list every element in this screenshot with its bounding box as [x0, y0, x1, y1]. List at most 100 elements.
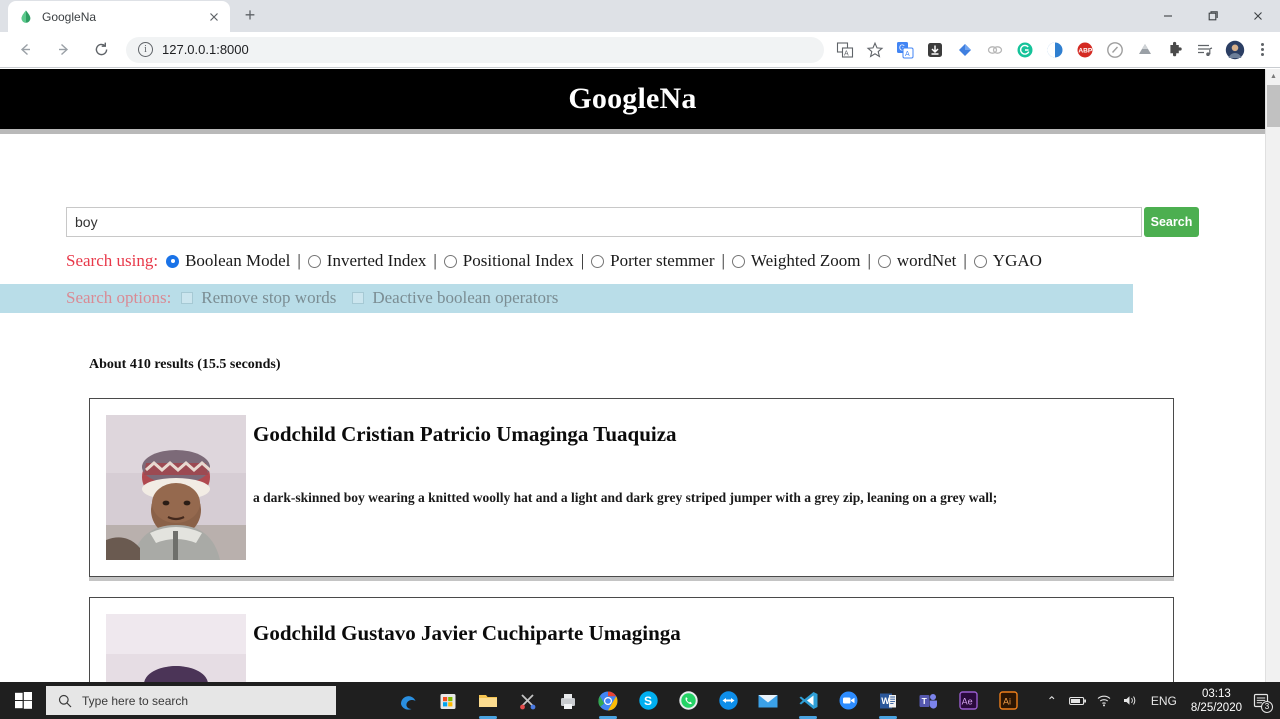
svg-text:ABP: ABP — [1078, 47, 1093, 54]
page-viewport: GoogleNa Search Search using: Boolean Mo… — [0, 69, 1280, 682]
radio-porter-stemmer[interactable]: Porter stemmer — [591, 251, 715, 271]
clock[interactable]: 03:13 8/25/2020 — [1191, 687, 1242, 715]
result-card[interactable]: Godchild Cristian Patricio Umaginga Tuaq… — [89, 398, 1174, 577]
clip-extension-icon[interactable] — [1103, 38, 1127, 62]
search-input[interactable] — [66, 207, 1142, 237]
radio-button-icon[interactable] — [877, 254, 891, 268]
arrow-left-icon[interactable] — [11, 36, 39, 64]
skype-icon[interactable]: S — [628, 682, 668, 719]
checkbox-icon[interactable] — [352, 292, 365, 304]
address-bar[interactable]: i 127.0.0.1:8000 — [126, 36, 824, 63]
search-button[interactable]: Search — [1144, 207, 1199, 237]
page-title: GoogleNa — [568, 82, 697, 115]
radio-ygao[interactable]: YGAO — [973, 251, 1042, 271]
result-card[interactable]: Godchild Gustavo Javier Cuchiparte Umagi… — [89, 597, 1174, 682]
diamond-extension-icon[interactable] — [953, 38, 977, 62]
chrome-icon[interactable] — [588, 682, 628, 719]
radio-button-icon[interactable] — [166, 254, 180, 268]
svg-text:Ai: Ai — [1003, 696, 1011, 706]
taskbar-search-box[interactable]: Type here to search — [46, 686, 336, 715]
radio-weighted-zoom[interactable]: Weighted Zoom — [731, 251, 861, 271]
whatsapp-icon[interactable] — [668, 682, 708, 719]
checkbox-remove-stop-words[interactable]: Remove stop words — [181, 288, 336, 308]
printer-icon[interactable] — [548, 682, 588, 719]
search-options-label: Search options: — [66, 288, 172, 307]
search-using-label: Search using: — [66, 251, 159, 270]
svg-text:S: S — [644, 694, 652, 708]
link-chain-icon[interactable] — [983, 38, 1007, 62]
close-window-button[interactable] — [1235, 0, 1280, 32]
radio-positional-index[interactable]: Positional Index — [443, 251, 574, 271]
google-translate-extension-icon[interactable]: G A — [893, 38, 917, 62]
mail-icon[interactable] — [748, 682, 788, 719]
separator: | — [433, 251, 437, 270]
search-form: Search — [0, 207, 1265, 237]
close-icon[interactable] — [206, 9, 222, 25]
puzzle-extensions-icon[interactable] — [1163, 38, 1187, 62]
result-thumbnail[interactable] — [106, 415, 246, 560]
header-divider — [0, 129, 1265, 134]
radio-button-icon[interactable] — [973, 254, 987, 268]
arrow-right-icon[interactable] — [49, 36, 77, 64]
maximize-button[interactable] — [1190, 0, 1235, 32]
windows-start-icon[interactable] — [0, 682, 46, 719]
scrollbar-thumb[interactable] — [1267, 85, 1280, 127]
bookmark-star-icon[interactable] — [863, 38, 887, 62]
moon-extension-icon[interactable] — [1043, 38, 1067, 62]
scroll-up-arrow-icon[interactable]: ▲ — [1266, 69, 1280, 84]
zoom-icon[interactable] — [828, 682, 868, 719]
volume-icon[interactable] — [1117, 682, 1143, 719]
checkbox-deactive-boolean-operators[interactable]: Deactive boolean operators — [352, 288, 558, 308]
reload-icon[interactable] — [87, 36, 115, 64]
page-scrollbar[interactable]: ▲ — [1265, 69, 1280, 682]
radio-button-icon[interactable] — [591, 254, 605, 268]
radio-label: Porter stemmer — [610, 251, 715, 270]
radio-wordnet[interactable]: wordNet — [877, 251, 956, 271]
card-shadow — [89, 577, 1174, 581]
separator: | — [721, 251, 725, 270]
radio-inverted-index[interactable]: Inverted Index — [307, 251, 427, 271]
edge-icon[interactable] — [388, 682, 428, 719]
illustrator-icon[interactable]: Ai — [988, 682, 1028, 719]
new-tab-button[interactable]: + — [236, 2, 264, 30]
result-body: Godchild Gustavo Javier Cuchiparte Umagi… — [246, 614, 1157, 682]
browser-toolbar: i 127.0.0.1:8000 A G A ABP — [0, 32, 1280, 68]
action-center-icon[interactable]: 3 — [1248, 682, 1274, 719]
radio-button-icon[interactable] — [443, 254, 457, 268]
wifi-icon[interactable] — [1091, 682, 1117, 719]
result-title[interactable]: Godchild Cristian Patricio Umaginga Tuaq… — [253, 422, 1157, 447]
child-wearing-woolly-hat-photo — [106, 415, 246, 560]
result-title[interactable]: Godchild Gustavo Javier Cuchiparte Umagi… — [253, 621, 1157, 646]
separator: | — [867, 251, 871, 270]
radio-button-icon[interactable] — [307, 254, 321, 268]
radio-label: Inverted Index — [326, 251, 427, 270]
minimize-button[interactable] — [1145, 0, 1190, 32]
radio-button-icon[interactable] — [731, 254, 745, 268]
battery-icon[interactable] — [1065, 682, 1091, 719]
file-explorer-icon[interactable] — [468, 682, 508, 719]
snipping-tool-icon[interactable] — [508, 682, 548, 719]
taskbar: Type here to search S W T Ae Ai ⌃ ENG 03… — [0, 682, 1280, 719]
word-icon[interactable]: W — [868, 682, 908, 719]
kebab-menu-icon[interactable] — [1252, 38, 1272, 62]
radio-boolean-model[interactable]: Boolean Model — [166, 251, 290, 271]
visual-studio-code-icon[interactable] — [788, 682, 828, 719]
language-indicator[interactable]: ENG — [1151, 694, 1177, 708]
system-tray: ⌃ ENG 03:13 8/25/2020 3 — [1039, 682, 1280, 719]
microsoft-store-icon[interactable] — [428, 682, 468, 719]
google-drive-icon[interactable] — [1133, 38, 1157, 62]
grammarly-icon[interactable] — [1013, 38, 1037, 62]
profile-avatar[interactable] — [1223, 38, 1247, 62]
download-manager-icon[interactable] — [923, 38, 947, 62]
checkbox-icon[interactable] — [181, 292, 194, 304]
teamviewer-icon[interactable] — [708, 682, 748, 719]
translate-icon[interactable]: A — [833, 38, 857, 62]
radio-label: YGAO — [992, 251, 1042, 270]
chevron-up-icon[interactable]: ⌃ — [1039, 682, 1065, 719]
reading-list-icon[interactable] — [1193, 38, 1217, 62]
browser-tab[interactable]: GoogleNa — [8, 1, 230, 32]
after-effects-icon[interactable]: Ae — [948, 682, 988, 719]
adblock-plus-icon[interactable]: ABP — [1073, 38, 1097, 62]
result-thumbnail[interactable] — [106, 614, 246, 682]
teams-icon[interactable]: T — [908, 682, 948, 719]
